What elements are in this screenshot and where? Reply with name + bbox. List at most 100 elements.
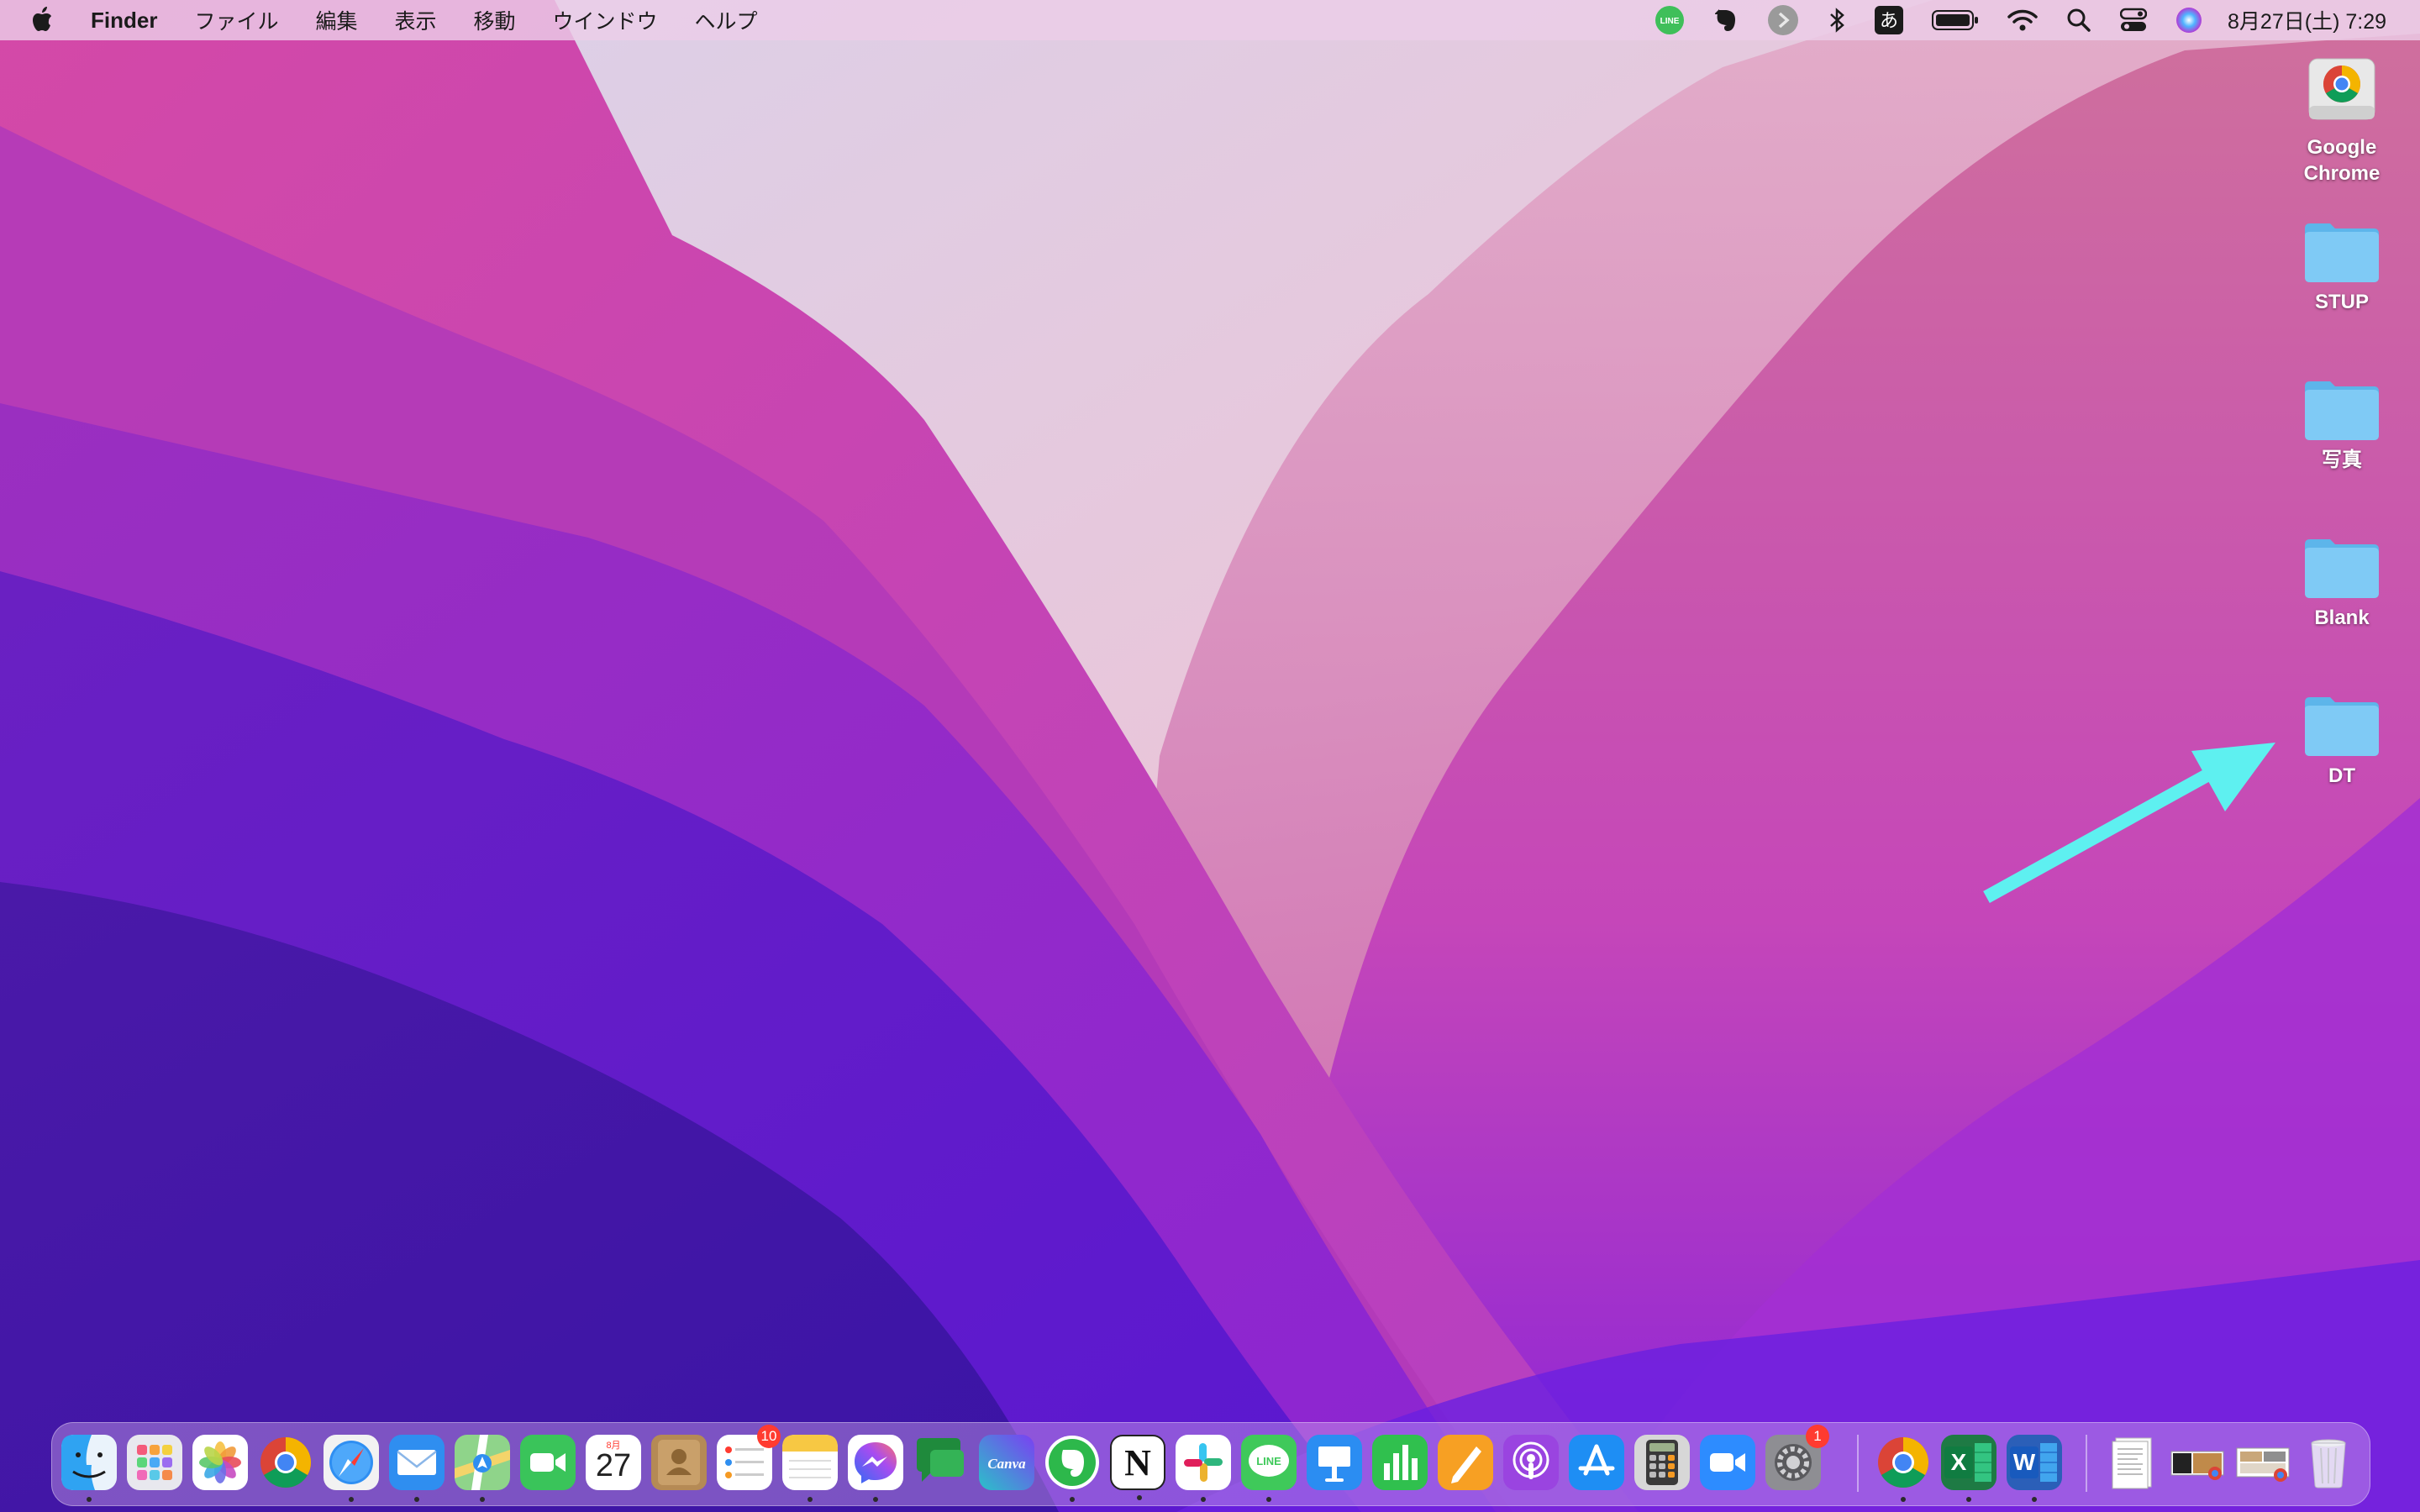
dock-zoom[interactable]: [1700, 1435, 1755, 1490]
dock-finder[interactable]: [61, 1435, 117, 1502]
line-app-label: LINE: [1256, 1455, 1281, 1467]
dock-excel[interactable]: X: [1941, 1435, 1996, 1502]
dock-mail[interactable]: [389, 1435, 445, 1502]
wifi-icon[interactable]: [2007, 8, 2038, 32]
calendar-day: 27: [595, 1448, 632, 1483]
siri-icon[interactable]: [2175, 7, 2202, 34]
running-indicator: [1266, 1497, 1271, 1502]
notion-label: N: [1124, 1441, 1151, 1483]
dock-word[interactable]: W: [2007, 1435, 2062, 1502]
folder-icon: [2305, 381, 2379, 440]
dock-evernote[interactable]: [1044, 1435, 1100, 1502]
dock-maps[interactable]: [455, 1435, 510, 1502]
spotlight-icon[interactable]: [2066, 8, 2091, 33]
dock-screenshot-stack-2[interactable]: [2235, 1435, 2291, 1490]
dock-contacts[interactable]: [651, 1435, 707, 1490]
podcasts-icon: [1503, 1435, 1559, 1490]
dock-canva[interactable]: Canva: [979, 1435, 1034, 1490]
menu-bar: Finder ファイル 編集 表示 移動 ウインドウ ヘルプ LINE あ 8月…: [0, 0, 2420, 40]
desktop-folder-stup[interactable]: STUP: [2279, 220, 2405, 315]
dock-separator: [1857, 1435, 1859, 1492]
input-method-label: あ: [1880, 11, 1898, 32]
input-method-icon[interactable]: あ: [1875, 6, 1904, 34]
notes-icon: [782, 1435, 838, 1490]
menu-app-name[interactable]: Finder: [91, 8, 157, 34]
dock-document-stack[interactable]: [2104, 1435, 2160, 1490]
running-indicator: [1901, 1497, 1906, 1502]
desktop-icon-label: DT: [2328, 764, 2355, 787]
dock-keynote[interactable]: [1307, 1435, 1362, 1490]
menu-edit[interactable]: 編集: [315, 5, 357, 35]
numbers-icon: [1372, 1435, 1428, 1490]
messages-icon: [917, 1438, 964, 1482]
keynote-icon: [1307, 1435, 1362, 1490]
desktop-icon-label: Google Chrome: [2303, 136, 2381, 185]
dock: 8月 27 10 Canva N LINE 1 X W: [51, 1422, 2370, 1506]
desktop-folder-photos[interactable]: 写真: [2279, 378, 2405, 473]
launchpad-icon: [127, 1435, 182, 1490]
dock-messenger[interactable]: [848, 1435, 903, 1502]
dock-system-preferences[interactable]: 1: [1765, 1425, 1829, 1490]
running-indicator: [808, 1497, 813, 1502]
running-indicator: [87, 1497, 92, 1502]
desktop-folder-blank[interactable]: Blank: [2279, 536, 2405, 631]
menu-view[interactable]: 表示: [394, 5, 436, 35]
evernote-icon[interactable]: [1713, 7, 1739, 34]
calculator-icon: [1634, 1435, 1690, 1490]
dock-app-store[interactable]: [1569, 1435, 1624, 1490]
battery-icon[interactable]: [1932, 9, 1979, 31]
canva-icon: Canva: [979, 1435, 1034, 1490]
dock-facetime[interactable]: [520, 1435, 576, 1490]
running-indicator: [1966, 1497, 1971, 1502]
dock-slack[interactable]: [1176, 1435, 1231, 1502]
dock-pages[interactable]: [1438, 1435, 1493, 1490]
desktop-folder-dt[interactable]: DT: [2279, 694, 2405, 789]
dock-chrome-2[interactable]: [1876, 1435, 1931, 1502]
bluetooth-icon[interactable]: [1828, 7, 1846, 34]
dock-messages[interactable]: [913, 1435, 969, 1490]
dock-notes[interactable]: [782, 1435, 838, 1502]
menu-help[interactable]: ヘルプ: [695, 5, 758, 35]
finder-icon: [61, 1435, 117, 1490]
control-center-icon[interactable]: [2120, 8, 2148, 33]
dock-notion[interactable]: N: [1110, 1435, 1165, 1500]
slack-icon: [1184, 1443, 1223, 1482]
dock-calculator[interactable]: [1634, 1435, 1690, 1490]
menu-window[interactable]: ウインドウ: [553, 5, 658, 35]
running-indicator: [1070, 1497, 1075, 1502]
dock-screenshot-stack-1[interactable]: [2170, 1435, 2225, 1490]
running-indicator: [1137, 1495, 1142, 1500]
word-label: W: [2010, 1446, 2039, 1478]
dock-safari[interactable]: [324, 1435, 379, 1502]
photos-icon: [192, 1435, 248, 1490]
facetime-icon: [520, 1435, 576, 1490]
canva-label: Canva: [987, 1456, 1026, 1472]
desktop-icon-google-chrome[interactable]: Google Chrome: [2279, 54, 2405, 186]
reminders-badge: 10: [757, 1425, 781, 1448]
running-indicator: [1201, 1497, 1206, 1502]
menu-bar-left: Finder ファイル 編集 表示 移動 ウインドウ ヘルプ: [0, 0, 795, 40]
dock-launchpad[interactable]: [127, 1435, 182, 1490]
forward-icon[interactable]: [1767, 4, 1799, 36]
dock-photos[interactable]: [192, 1435, 248, 1490]
chrome-icon: [260, 1437, 312, 1488]
dock-podcasts[interactable]: [1503, 1435, 1559, 1490]
desktop-icon-label: Blank: [2314, 606, 2370, 629]
folder-icon: [2305, 539, 2379, 598]
apple-menu-icon[interactable]: [29, 6, 54, 34]
dock-separator: [2086, 1435, 2087, 1492]
dock-calendar[interactable]: 8月 27: [586, 1435, 641, 1490]
system-preferences-badge: 1: [1806, 1425, 1829, 1448]
dock-trash[interactable]: [2301, 1435, 2356, 1490]
dock-reminders[interactable]: 10: [717, 1425, 781, 1490]
menu-clock[interactable]: 8月27日(土) 7:29: [2228, 5, 2386, 35]
menu-go[interactable]: 移動: [474, 5, 516, 35]
dock-chrome[interactable]: [258, 1435, 313, 1490]
screenshot-thumbnail-icon: [2236, 1447, 2290, 1482]
dock-line[interactable]: LINE: [1241, 1435, 1297, 1502]
running-indicator: [349, 1497, 354, 1502]
dock-numbers[interactable]: [1372, 1435, 1428, 1490]
line-icon[interactable]: LINE: [1655, 5, 1685, 35]
menu-bar-right: LINE あ 8月27日(土) 7:29: [1626, 0, 2420, 40]
menu-file[interactable]: ファイル: [194, 5, 278, 35]
